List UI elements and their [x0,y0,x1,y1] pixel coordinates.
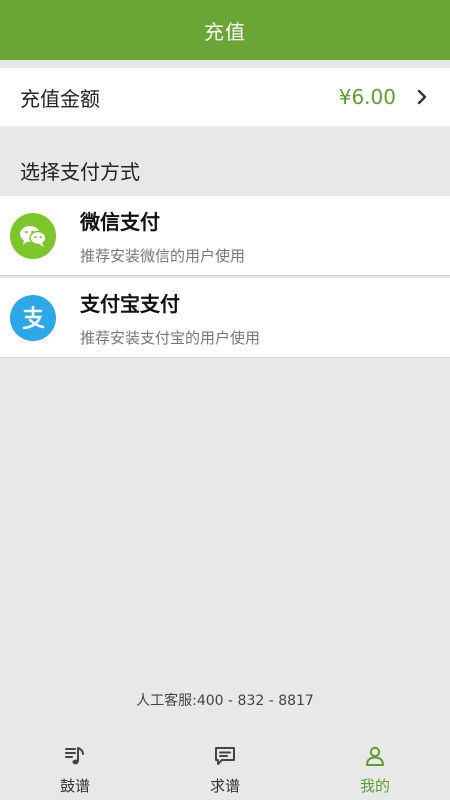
amount-label: 充值金额 [20,86,100,111]
music-score-icon [62,743,88,769]
payment-name: 支付宝支付 [80,291,180,316]
amount-value: ¥6.00 [338,85,396,109]
chevron-right-icon [414,89,430,105]
message-icon [212,743,238,769]
tab-mine[interactable]: 我的 [300,730,450,800]
top-bar: 充值 [0,0,450,60]
bottom-tab-bar: 鼓谱 求谱 我的 [0,730,450,800]
wechat-icon [10,212,56,259]
tab-label: 我的 [359,776,390,795]
wechat-pay-option[interactable]: 微信支付 推荐安装微信的用户使用 [0,196,450,276]
payment-name: 微信支付 [80,209,160,234]
payment-description: 推荐安装支付宝的用户使用 [80,328,261,347]
alipay-option[interactable]: 支付宝支付 推荐安装支付宝的用户使用 [0,278,450,358]
recharge-amount-row[interactable]: 充值金额 ¥6.00 [0,68,450,126]
recharge-page: 充值 充值金额 ¥6.00 选择支付方式 微信支付 推荐安装微信的用户使用 支付… [0,0,450,800]
payment-method-title: 选择支付方式 [20,160,140,184]
tab-drum-score[interactable]: 鼓谱 [0,730,150,800]
alipay-icon [10,294,56,341]
tab-label: 求谱 [209,776,240,795]
tab-label: 鼓谱 [59,776,90,795]
page-title: 充值 [204,19,246,44]
user-icon [362,743,388,769]
tab-request-score[interactable]: 求谱 [150,730,300,800]
payment-description: 推荐安装微信的用户使用 [80,246,246,265]
customer-service-phone[interactable]: 人工客服:400 - 832 - 8817 [0,690,450,710]
